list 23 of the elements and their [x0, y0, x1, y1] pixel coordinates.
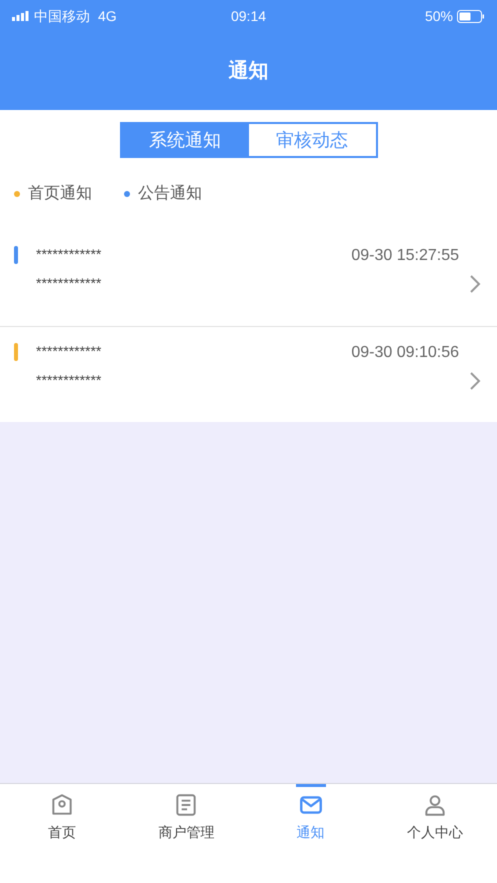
chevron-right-icon — [469, 274, 481, 294]
notification-row[interactable]: ************ ************ 09-30 09:10:56 — [0, 326, 497, 422]
page-title: 通知 — [228, 59, 268, 84]
chevron-right-icon — [469, 371, 481, 391]
clock-time: 09:14 — [230, 6, 268, 26]
notification-body: ************ — [36, 371, 102, 390]
tab-bar-item[interactable]: 商户管理 — [124, 784, 248, 848]
battery-icon — [457, 10, 486, 22]
battery-percent: 50% — [424, 6, 454, 26]
carrier-name: 中国移动 — [34, 6, 90, 26]
tab-bar-item[interactable]: 个人中心 — [372, 784, 497, 848]
network-type: 4G — [98, 6, 117, 26]
notification-time: 09-30 15:27:55 — [351, 246, 459, 266]
notification-body: ************ — [36, 274, 102, 293]
tab-bar-item[interactable]: 首页 — [0, 784, 124, 848]
legend-label: 首页通知 — [28, 184, 92, 204]
notification-title: ************ — [36, 342, 102, 361]
legend-label: 公告通知 — [138, 184, 202, 204]
signal-icon — [12, 11, 30, 21]
notification-row[interactable]: ************ ************ 09-30 15:27:55 — [0, 230, 497, 326]
active-indicator — [296, 784, 326, 787]
notification-time: 09-30 09:10:56 — [351, 343, 459, 363]
notification-title: ************ — [36, 245, 102, 264]
